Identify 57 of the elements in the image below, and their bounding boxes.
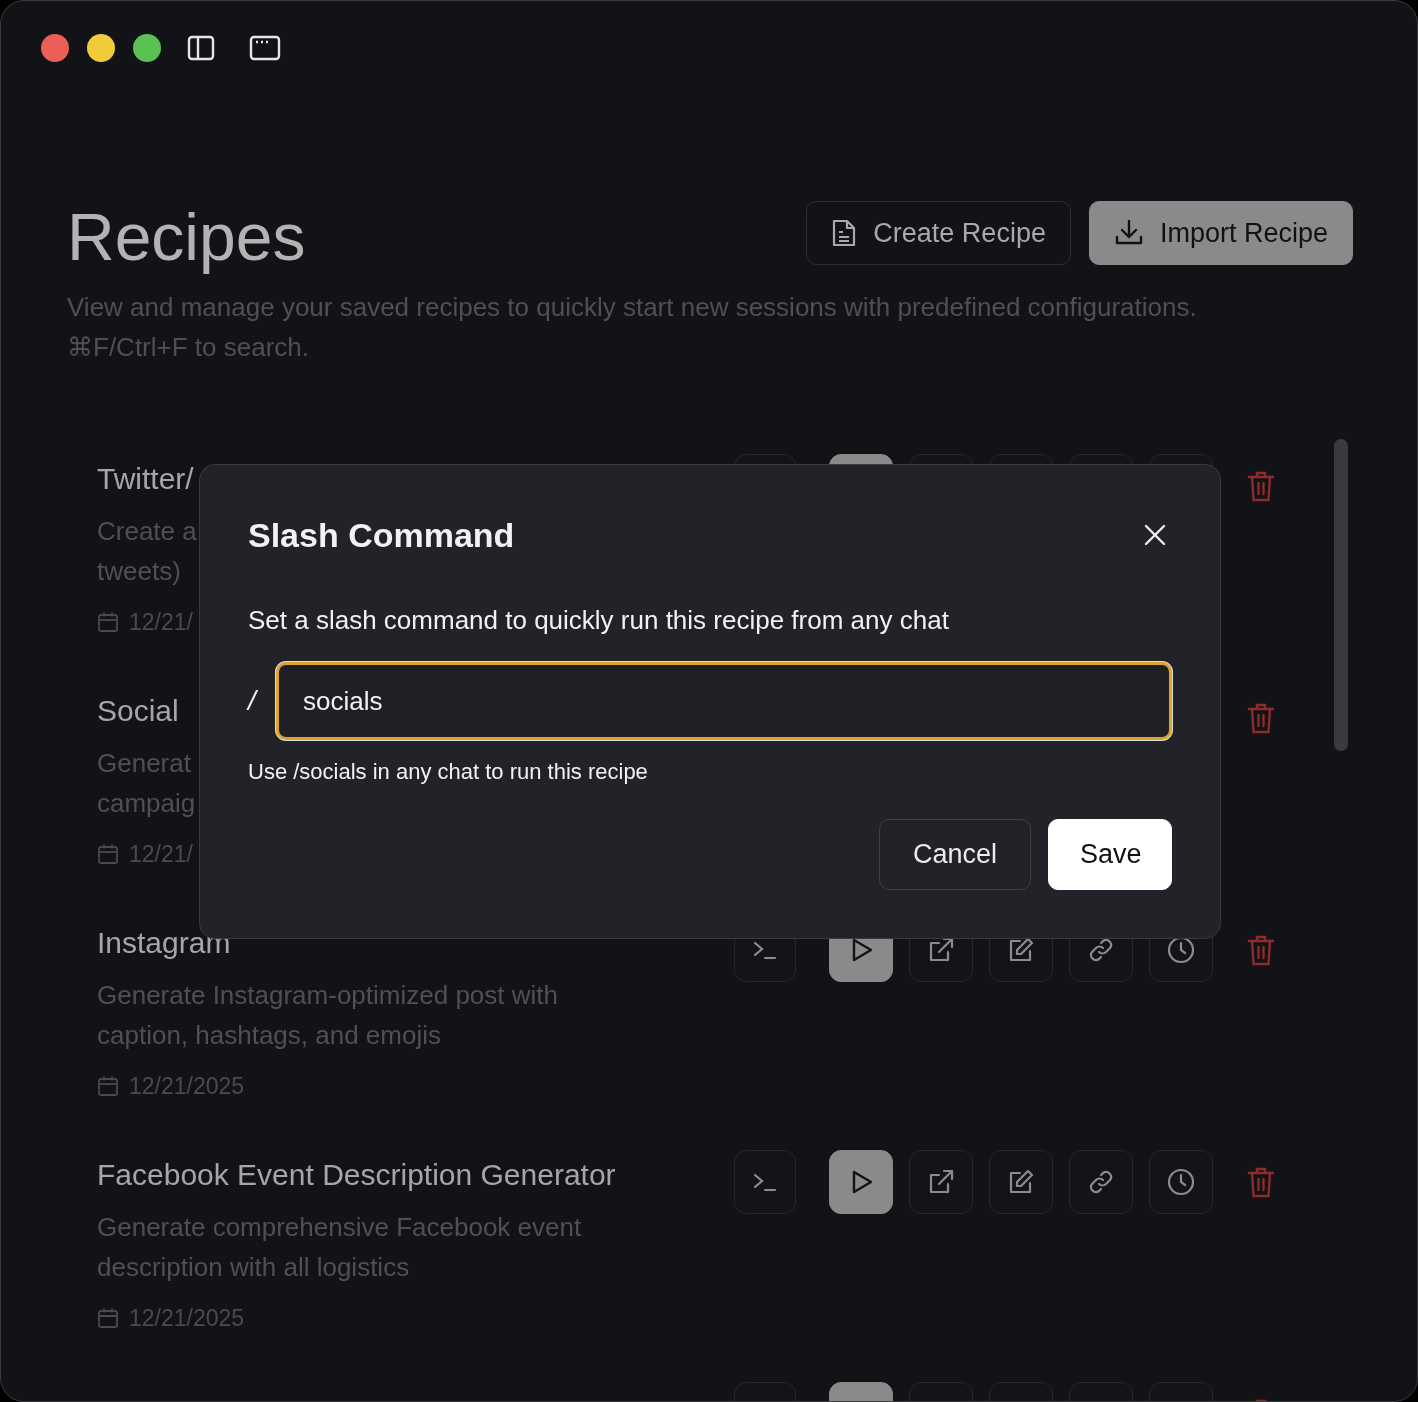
calendar-icon	[97, 1075, 119, 1097]
clock-button[interactable]	[1149, 1150, 1213, 1214]
recipe-title: Facebook Event Description Generator	[97, 1157, 616, 1193]
window-control[interactable]	[133, 34, 161, 62]
link-button[interactable]	[1069, 1150, 1133, 1214]
calendar-icon	[97, 1307, 119, 1329]
recipe-description: Generate Instagram-optimized post with	[97, 979, 558, 1012]
recipe-date: 12/21/2025	[129, 1072, 245, 1101]
window-control[interactable]	[41, 34, 69, 62]
recipe-title: Instagram	[97, 925, 231, 961]
page-description: View and manage your saved recipes to quickly start new sessions with predefined configurations.	[67, 291, 1198, 324]
hint-text: Use /socials in any chat to run this recipe	[248, 758, 649, 786]
scrollbar[interactable]	[1334, 439, 1348, 751]
recipe-description: description with all logistics	[97, 1251, 410, 1284]
sidebar-icon[interactable]	[187, 34, 215, 62]
create-recipe-button[interactable]: Create Recipe	[806, 201, 1071, 265]
import-recipe-button[interactable]: Import Recipe	[1088, 201, 1353, 265]
close-icon	[1144, 524, 1166, 546]
trash-icon	[1247, 1166, 1275, 1198]
window-icon[interactable]	[249, 35, 281, 61]
trash-icon	[1247, 702, 1275, 734]
edit-icon	[1007, 936, 1035, 964]
recipe-date: 12/21/2025	[129, 1304, 245, 1333]
link-icon	[1087, 936, 1115, 964]
recipe-description: caption, hashtags, and emojis	[97, 1019, 441, 1052]
link-icon	[1087, 1168, 1115, 1196]
page-title: Recipes	[67, 201, 306, 273]
clock-icon	[1167, 936, 1195, 964]
recipe-date: 12/21/	[129, 840, 193, 869]
recipe-description: Generat	[97, 747, 191, 780]
slash-prefix: /	[248, 685, 259, 717]
trash-icon	[1247, 470, 1275, 502]
dialog-text: Set a slash command to quickly run this recipe from any chat	[248, 604, 950, 637]
recipe-description: tweets)	[97, 555, 181, 588]
window-control[interactable]	[87, 34, 115, 62]
recipe-date: 12/21/	[129, 608, 193, 637]
external-link-icon	[927, 1168, 955, 1196]
external-link-icon	[927, 936, 955, 964]
dialog-title: Slash Command	[248, 515, 515, 555]
trash-icon	[1247, 934, 1275, 966]
document-icon	[831, 218, 858, 248]
recipe-description: campaig	[97, 787, 196, 820]
play-button[interactable]	[829, 1150, 893, 1214]
recipe-description: Create a	[97, 515, 197, 548]
cancel-button[interactable]: Cancel	[879, 819, 1031, 890]
clock-icon	[1167, 1168, 1195, 1196]
calendar-icon	[97, 611, 119, 633]
recipe-title: Social	[97, 693, 179, 729]
recipe-title: Twitter/	[97, 461, 194, 497]
page-description: ⌘F/Ctrl+F to search.	[67, 331, 310, 364]
calendar-icon	[97, 843, 119, 865]
command-input-field[interactable]: socials	[276, 662, 1172, 740]
save-button[interactable]: Save	[1048, 819, 1172, 890]
edit-icon	[1007, 1168, 1035, 1196]
recipe-description: Generate comprehensive Facebook event	[97, 1211, 582, 1244]
external-link-button[interactable]	[909, 1150, 973, 1214]
edit-button[interactable]	[989, 1150, 1053, 1214]
